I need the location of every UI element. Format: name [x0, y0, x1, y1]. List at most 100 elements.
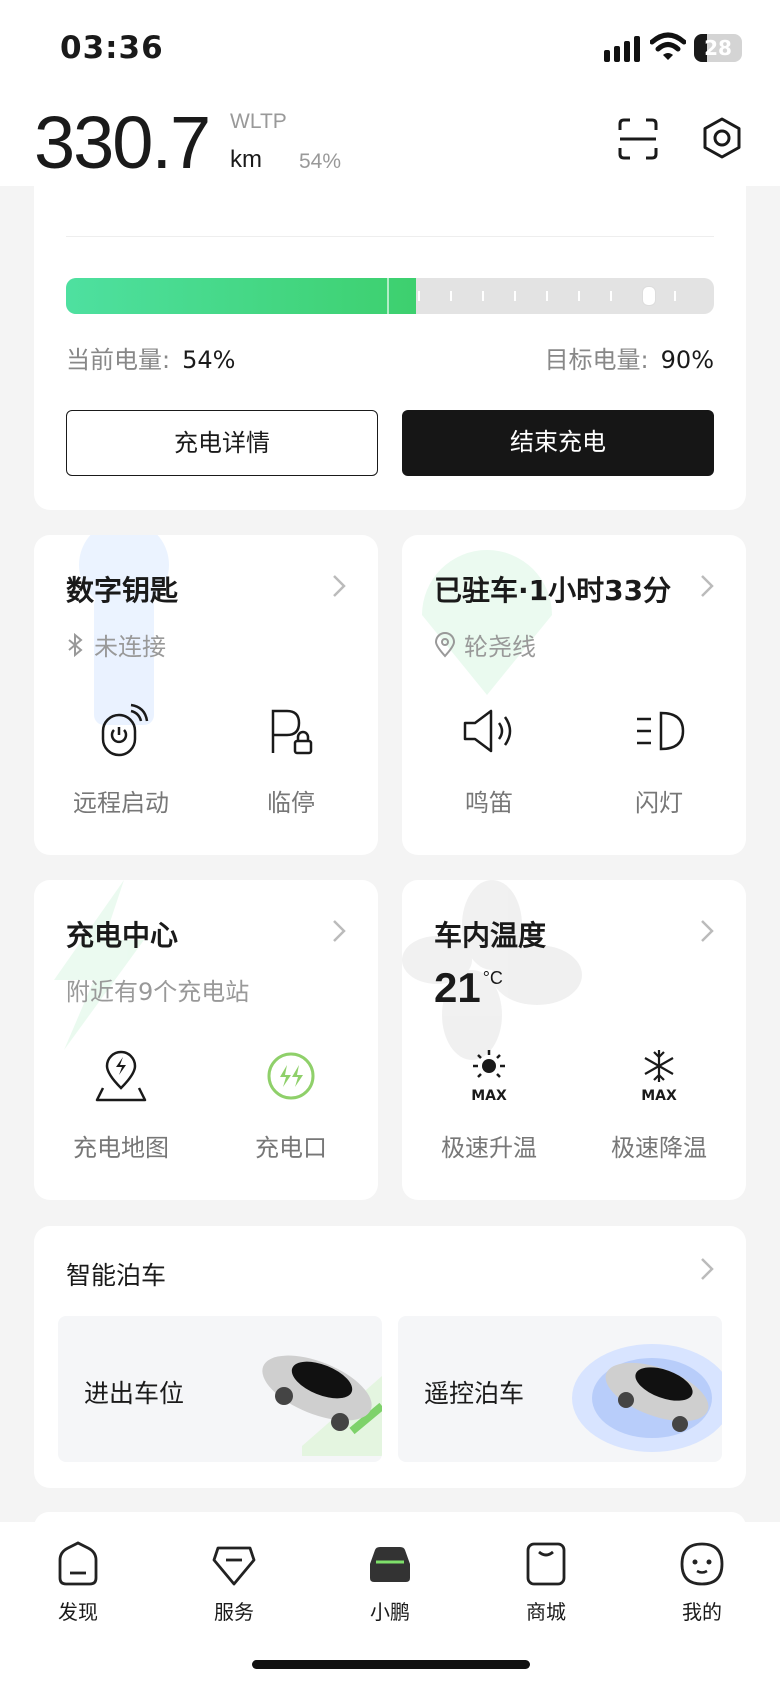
range-unit: km	[230, 146, 262, 173]
temp-park-button[interactable]: 临停	[216, 703, 366, 818]
cabin-temp: 21 °C	[434, 964, 503, 1012]
chevron-right-icon	[701, 575, 714, 597]
remote-start-icon	[101, 703, 149, 757]
snowflake-max-icon: MAX	[641, 1050, 677, 1104]
remote-start-button[interactable]: 远程启动	[46, 703, 196, 818]
charging-center-card[interactable]: 充电中心 附近有9个充电站 充电地图 充电口	[34, 880, 378, 1200]
services-icon	[212, 1546, 256, 1586]
current-level-label: 当前电量:	[66, 346, 171, 374]
parking-location-text: 轮尧线	[464, 633, 536, 661]
rapid-heat-button[interactable]: MAX 极速升温	[414, 1048, 564, 1163]
charge-port-button[interactable]: 充电口	[216, 1048, 366, 1163]
parking-location: 轮尧线	[434, 627, 536, 662]
settings-icon[interactable]	[700, 116, 744, 160]
rapid-cool-label: 极速降温	[611, 1134, 707, 1162]
vehicle-header: 330.7 WLTP km 54%	[0, 96, 780, 186]
battery-level: 28	[704, 36, 732, 60]
digital-key-card[interactable]: 数字钥匙 未连接 远程启动 临停	[34, 535, 378, 855]
profile-icon	[680, 1542, 724, 1586]
nav-shop[interactable]: 商城	[496, 1540, 596, 1625]
location-watermark-icon	[422, 550, 552, 695]
key-connection-status: 未连接	[66, 627, 166, 662]
target-level-label: 目标电量:	[544, 346, 649, 374]
sun-max-icon: MAX	[471, 1050, 507, 1104]
target-level-handle[interactable]	[642, 286, 657, 306]
parking-title: 已驻车·1小时33分	[434, 574, 672, 607]
nav-xpeng[interactable]: 小鹏	[340, 1540, 440, 1625]
cabin-temp-title: 车内温度	[434, 919, 547, 952]
location-pin-icon	[434, 631, 456, 657]
chevron-right-icon[interactable]	[698, 1256, 716, 1282]
parking-status-card[interactable]: 已驻车·1小时33分 轮尧线 鸣笛 闪灯	[402, 535, 746, 855]
max-label: MAX	[471, 1088, 507, 1104]
nav-me[interactable]: 我的	[652, 1540, 752, 1625]
bolt-watermark-icon	[54, 880, 144, 1050]
nav-discover[interactable]: 发现	[28, 1540, 128, 1625]
battery-icon: 28	[694, 34, 742, 62]
soc-percent: 54%	[299, 150, 342, 173]
nav-services[interactable]: 服务	[184, 1540, 284, 1625]
charging-map-button[interactable]: 充电地图	[46, 1048, 196, 1163]
nav-shop-label: 商城	[526, 1600, 566, 1624]
current-level: 当前电量: 54%	[66, 340, 235, 375]
charging-center-title: 充电中心	[66, 919, 179, 952]
nav-services-label: 服务	[214, 1600, 254, 1624]
headlight-icon	[637, 711, 685, 751]
divider	[66, 236, 714, 237]
smart-parking-card: 智能泊车 进出车位 遥控泊车	[34, 1226, 746, 1488]
chevron-right-icon	[333, 575, 346, 597]
charge-port-icon	[267, 1052, 315, 1100]
current-level-value: 54%	[182, 346, 236, 374]
cabin-temp-card[interactable]: 车内温度 21 °C MAX 极速升温 MAX 极速降温	[402, 880, 746, 1200]
car-remote-image	[572, 1344, 722, 1452]
digital-key-title: 数字钥匙	[66, 574, 179, 607]
target-level: 目标电量: 90%	[545, 340, 714, 375]
scan-icon[interactable]	[618, 118, 658, 160]
wifi-icon	[650, 32, 686, 60]
flash-lights-button[interactable]: 闪灯	[584, 703, 734, 818]
car-icon	[370, 1547, 410, 1582]
charging-map-label: 充电地图	[73, 1134, 169, 1162]
charge-progress-bar	[66, 278, 714, 314]
target-level-value: 90%	[660, 346, 714, 374]
horn-button[interactable]: 鸣笛	[414, 703, 564, 818]
temp-park-label: 临停	[267, 789, 315, 817]
max-label: MAX	[641, 1088, 677, 1104]
nav-discover-label: 发现	[58, 1600, 98, 1624]
cabin-temp-value: 21	[434, 964, 481, 1011]
remote-parking-label: 遥控泊车	[424, 1379, 525, 1408]
nav-me-label: 我的	[682, 1600, 722, 1624]
parking-lock-icon	[271, 709, 313, 755]
discover-icon	[58, 1541, 98, 1586]
range-standard: WLTP	[230, 110, 287, 133]
charge-progress-fill	[66, 278, 416, 314]
bluetooth-icon	[68, 632, 83, 657]
status-bar: 03:36 28	[0, 0, 780, 96]
smart-parking-title: 智能泊车	[66, 1261, 167, 1290]
range-value: 330.7	[34, 101, 211, 184]
rapid-heat-label: 极速升温	[441, 1134, 537, 1162]
horn-icon	[463, 709, 512, 753]
remote-parking-option[interactable]: 遥控泊车	[398, 1316, 722, 1462]
charge-port-label: 充电口	[255, 1134, 327, 1162]
cellular-signal-icon	[604, 36, 640, 62]
horn-label: 鸣笛	[465, 789, 513, 817]
cabin-temp-unit: °C	[482, 968, 503, 988]
park-in-out-option[interactable]: 进出车位	[58, 1316, 382, 1462]
flash-lights-label: 闪灯	[635, 789, 683, 817]
key-status-text: 未连接	[94, 633, 166, 661]
remote-start-label: 远程启动	[73, 789, 169, 817]
nearby-stations: 附近有9个充电站	[66, 978, 250, 1006]
nav-xpeng-label: 小鹏	[370, 1600, 410, 1624]
chevron-right-icon	[701, 920, 714, 942]
chevron-right-icon	[333, 920, 346, 942]
stop-charging-button[interactable]: 结束充电	[402, 410, 714, 476]
car-parking-image	[262, 1355, 382, 1456]
home-indicator[interactable]	[252, 1660, 530, 1669]
charging-map-icon	[95, 1050, 147, 1102]
park-in-out-label: 进出车位	[84, 1379, 185, 1408]
status-time: 03:36	[60, 30, 164, 66]
rapid-cool-button[interactable]: MAX 极速降温	[584, 1048, 734, 1163]
charge-details-button[interactable]: 充电详情	[66, 410, 378, 476]
shop-icon	[526, 1542, 566, 1586]
